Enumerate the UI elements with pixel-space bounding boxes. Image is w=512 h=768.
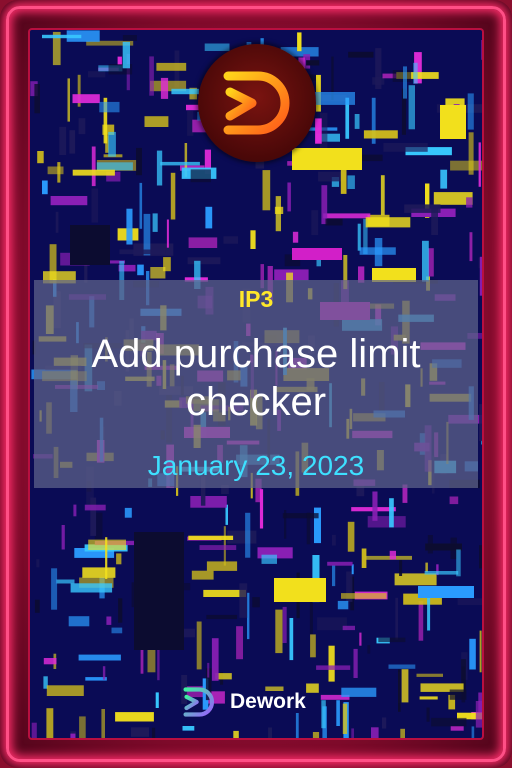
- brand-name: Dework: [230, 690, 306, 713]
- top-logo-badge: [198, 44, 316, 162]
- task-title: Add purchase limit checker: [91, 332, 421, 424]
- task-tag: IP3: [238, 286, 274, 312]
- card: IP3 Add purchase limit checker January 2…: [0, 0, 512, 768]
- brand-footer: Dework: [180, 682, 306, 722]
- dework-d-logo-icon: [223, 71, 290, 135]
- card-artwork: IP3 Add purchase limit checker January 2…: [30, 30, 482, 738]
- task-date: January 23, 2023: [147, 450, 365, 481]
- dework-logo-icon: [183, 687, 215, 717]
